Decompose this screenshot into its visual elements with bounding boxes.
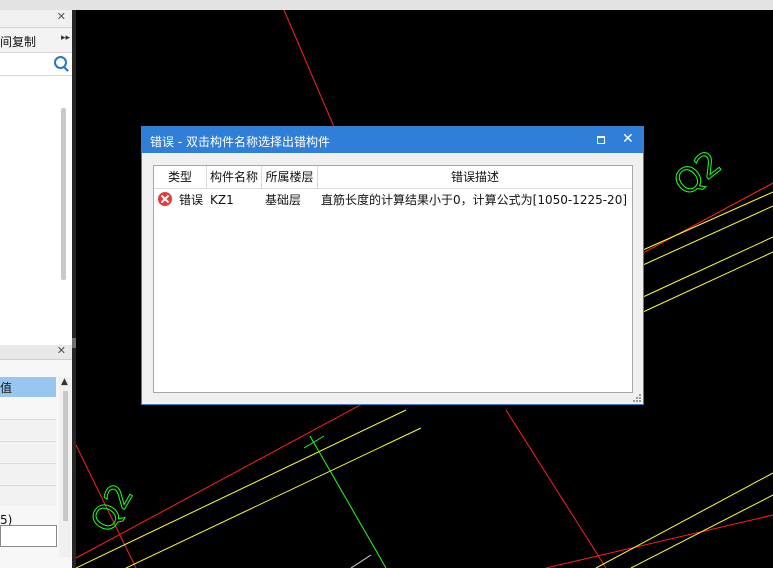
cell-type: 错误 [179, 193, 204, 207]
scrollbar[interactable] [61, 108, 66, 280]
property-row[interactable] [0, 419, 56, 440]
copy-row[interactable]: 间复制 ▸▸ [0, 28, 72, 53]
error-table: 类型 构件名称 所属楼层 错误描述 错误 KZ1 基础层 直筋长度的计算结果小于… [153, 165, 633, 393]
axis-label-q2: Q2 [83, 477, 142, 539]
cell-component-name[interactable]: KZ1 [210, 189, 234, 211]
yellow-line [642, 236, 773, 298]
property-row[interactable] [0, 485, 56, 506]
properties-panel: ✕ 值 5) ▲ [0, 344, 73, 568]
property-row-selected[interactable]: 值 [0, 377, 56, 397]
property-row[interactable] [0, 441, 56, 462]
green-line [309, 435, 387, 568]
yellow-line [595, 472, 773, 568]
left-panel: ✕ 间复制 ▸▸ ✕ 值 5) ▲ [0, 10, 73, 568]
expand-arrows-icon[interactable]: ▸▸ [61, 33, 70, 43]
resize-grip-icon[interactable] [633, 394, 641, 402]
close-icon[interactable]: ✕ [622, 131, 634, 147]
red-line [505, 409, 607, 568]
table-header: 类型 构件名称 所属楼层 错误描述 [154, 166, 632, 189]
property-input[interactable] [0, 525, 57, 547]
column-header-floor[interactable]: 所属楼层 [262, 166, 318, 188]
column-header-name[interactable]: 构件名称 [207, 166, 262, 188]
column-header-type[interactable]: 类型 [154, 166, 207, 188]
red-line [545, 514, 773, 568]
axis-label-q2: Q2 [666, 143, 729, 204]
scroll-up-icon[interactable]: ▲ [61, 377, 68, 387]
green-line [303, 435, 325, 449]
scrollbar[interactable]: ▲ [59, 377, 71, 557]
cell-description: 直筋长度的计算结果小于0，计算公式为[1050-1225-20] [321, 193, 628, 207]
scrollbar-thumb[interactable] [63, 391, 68, 521]
panel-titlebar: ✕ [0, 344, 72, 360]
dialog-titlebar[interactable]: 错误 - 双击构件名称选择出错构件 ✕ [142, 127, 643, 153]
error-dialog: 错误 - 双击构件名称选择出错构件 ✕ 类型 构件名称 所属楼层 错误描述 错误… [141, 126, 644, 405]
search-icon[interactable] [54, 56, 67, 69]
search-input[interactable] [0, 53, 72, 76]
maximize-icon[interactable] [597, 136, 605, 144]
column-header-desc[interactable]: 错误描述 [318, 166, 632, 188]
yellow-line [630, 494, 773, 568]
component-list-panel: ✕ 间复制 ▸▸ [0, 10, 73, 345]
close-icon[interactable]: ✕ [57, 10, 66, 23]
panel-titlebar: ✕ [0, 10, 72, 28]
close-icon[interactable]: ✕ [57, 344, 66, 357]
yellow-line [642, 191, 773, 251]
error-icon [158, 192, 172, 206]
property-row[interactable] [0, 463, 56, 484]
copy-label[interactable]: 间复制 [0, 33, 36, 50]
cell-floor: 基础层 [265, 193, 302, 207]
yellow-line [642, 251, 773, 313]
property-value: 值 [0, 381, 13, 395]
table-row[interactable]: 错误 KZ1 基础层 直筋长度的计算结果小于0，计算公式为[1050-1225-… [154, 189, 632, 211]
white-line [350, 554, 372, 568]
dialog-title: 错误 - 双击构件名称选择出错构件 [150, 135, 330, 149]
yellow-line [125, 427, 422, 568]
yellow-line [642, 205, 773, 266]
